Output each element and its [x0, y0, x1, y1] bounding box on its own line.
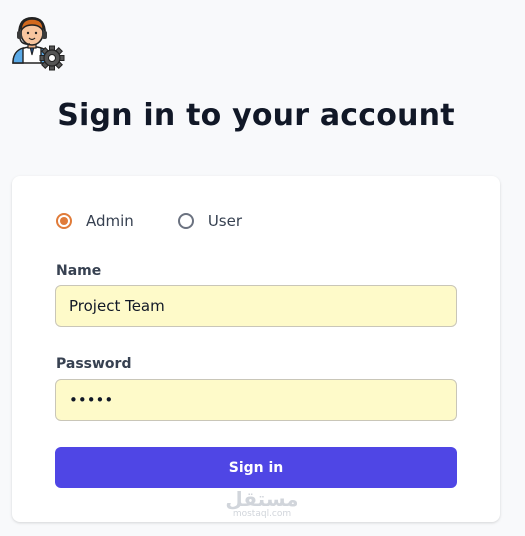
admin-radio[interactable] — [56, 213, 72, 229]
role-option-admin[interactable]: Admin — [56, 212, 134, 230]
support-agent-logo-icon — [9, 15, 67, 71]
watermark-arabic-text: مستقل — [225, 487, 299, 511]
page-title: Sign in to your account — [57, 98, 455, 133]
password-input[interactable] — [55, 379, 457, 421]
password-field-label: Password — [56, 356, 132, 372]
sign-in-button[interactable]: Sign in — [55, 447, 457, 488]
role-option-user[interactable]: User — [177, 212, 242, 230]
name-field-label: Name — [56, 263, 102, 279]
user-radio-label[interactable]: User — [208, 212, 242, 230]
admin-radio-label[interactable]: Admin — [86, 212, 134, 230]
user-radio[interactable] — [177, 213, 194, 229]
name-input[interactable] — [55, 285, 457, 327]
role-selector: Admin User — [56, 212, 242, 230]
sign-in-card: Admin User Name Password Sign in — [12, 176, 500, 522]
mostaql-watermark: مستقل mostaql.com — [222, 489, 302, 519]
watermark-latin-text: mostaql.com — [232, 509, 292, 519]
